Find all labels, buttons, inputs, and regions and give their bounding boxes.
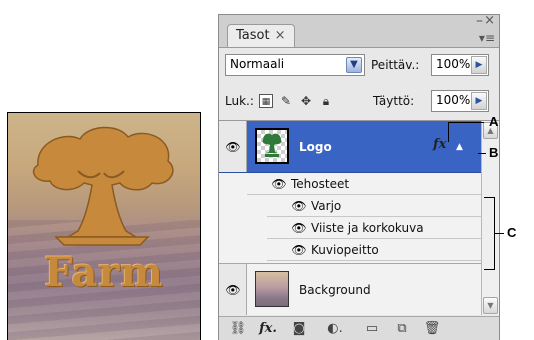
fill-value: 100% (436, 93, 471, 107)
tree-thumbnail-icon (262, 133, 282, 157)
layer-row-background[interactable]: 👁︎ Background (219, 263, 481, 315)
minimize-icon[interactable]: – (476, 13, 483, 29)
close-icon[interactable]: × (484, 13, 495, 28)
layer-thumbnail-logo (255, 128, 289, 164)
lock-brush-icon[interactable]: ✎ (279, 94, 293, 108)
add-mask-icon[interactable]: ◙ (291, 321, 307, 337)
arrow-right-icon[interactable]: ▶ (471, 56, 487, 74)
new-layer-icon[interactable]: ⧉ (393, 321, 411, 337)
opacity-label: Peittäv.: (371, 58, 420, 72)
link-layers-icon[interactable]: ⛓︎ (229, 321, 247, 337)
document-preview-image: Farm (7, 112, 201, 340)
fill-label: Täyttö: (373, 94, 415, 108)
delete-layer-icon[interactable]: 🗑︎ (423, 321, 441, 337)
layer-name: Background (299, 283, 371, 297)
effect-row-drop-shadow[interactable]: 👁︎ Varjo (267, 195, 481, 217)
visibility-column: 👁︎ (219, 264, 247, 315)
layer-row-logo[interactable]: 👁︎ Logo fx ▲ (219, 121, 481, 173)
tree-logo-icon (32, 126, 174, 246)
effects-group-row[interactable]: 👁︎ Tehosteet (247, 173, 481, 195)
arrow-right-icon[interactable]: ▶ (471, 92, 487, 110)
new-group-icon[interactable]: ▭ (363, 321, 381, 337)
callout-a-label: A (489, 114, 499, 129)
panel-menu-icon[interactable]: ▾≡ (479, 31, 495, 45)
effect-row-pattern-overlay[interactable]: 👁︎ Kuviopeitto (267, 239, 481, 261)
lock-row: Luk.: ▦ ✎ ✥ 🔒︎ Täyttö: 100% ▶ (225, 90, 493, 114)
effect-row-bevel-emboss[interactable]: 👁︎ Viiste ja korkokuva (267, 217, 481, 239)
chevron-down-icon: ▼ (346, 57, 362, 73)
layer-thumbnail-background (255, 271, 289, 307)
visibility-column: 👁︎ (219, 121, 247, 172)
opacity-field[interactable]: 100% ▶ (431, 54, 489, 76)
tab-close-icon[interactable]: × (275, 28, 286, 43)
callout-b-label: B (489, 145, 499, 160)
fill-field[interactable]: 100% ▶ (431, 90, 489, 112)
eye-icon[interactable]: 👁︎ (291, 200, 307, 212)
expand-effects-icon[interactable]: ▲ (456, 142, 463, 152)
blend-row: Normaali ▼ Peittäv.: 100% ▶ (225, 54, 493, 78)
callout-c-label: C (507, 225, 517, 240)
effect-label: Kuviopeitto (311, 243, 379, 257)
fx-icon[interactable]: fx (433, 137, 446, 152)
layer-name: Logo (299, 140, 332, 154)
effect-label: Viiste ja korkokuva (311, 221, 424, 235)
scroll-down-icon[interactable]: ▼ (483, 297, 498, 314)
add-layer-style-button[interactable]: fx. (257, 321, 279, 337)
callout-a-line (448, 122, 484, 123)
layers-panel: Tasot × – × ▾≡ Normaali ▼ Peittäv.: 100% … (218, 13, 500, 340)
blend-mode-select[interactable]: Normaali ▼ (225, 54, 365, 76)
lock-label: Luk.: (225, 94, 254, 108)
tab-layers-label: Tasot (236, 28, 270, 43)
callout-c-line (494, 233, 504, 234)
callout-a-tick (448, 122, 449, 142)
lock-transparency-icon[interactable]: ▦ (259, 94, 273, 108)
panel-titlebar: Tasot × – × ▾≡ (219, 13, 499, 48)
effect-label: Varjo (311, 199, 342, 213)
adjustment-layer-icon[interactable]: ◐. (325, 321, 345, 337)
eye-icon[interactable]: 👁︎ (271, 178, 287, 190)
farm-logo-text: Farm (44, 249, 164, 296)
effects-group-label: Tehosteet (291, 177, 350, 191)
lock-move-icon[interactable]: ✥ (299, 94, 313, 108)
lock-all-icon[interactable]: 🔒︎ (319, 94, 333, 108)
eye-icon[interactable]: 👁︎ (291, 222, 307, 234)
blend-mode-value: Normaali (230, 57, 285, 71)
callout-c-top (484, 197, 495, 198)
callout-c-bottom (484, 269, 495, 270)
opacity-value: 100% (436, 57, 471, 71)
eye-icon[interactable]: 👁︎ (225, 284, 241, 296)
callout-b-line (478, 153, 486, 154)
layers-list: 👁︎ Logo fx ▲ 👁︎ Tehosteet 👁︎ Varjo 👁︎ Vi… (219, 120, 499, 315)
panel-body: Normaali ▼ Peittäv.: 100% ▶ Luk.: ▦ ✎ ✥ … (219, 47, 499, 340)
eye-icon[interactable]: 👁︎ (225, 141, 241, 153)
tab-layers[interactable]: Tasot × (227, 24, 295, 48)
eye-icon[interactable]: 👁︎ (291, 244, 307, 256)
layers-bottom-toolbar: ⛓︎ fx. ◙ ◐. ▭ ⧉ 🗑︎ (219, 316, 499, 340)
